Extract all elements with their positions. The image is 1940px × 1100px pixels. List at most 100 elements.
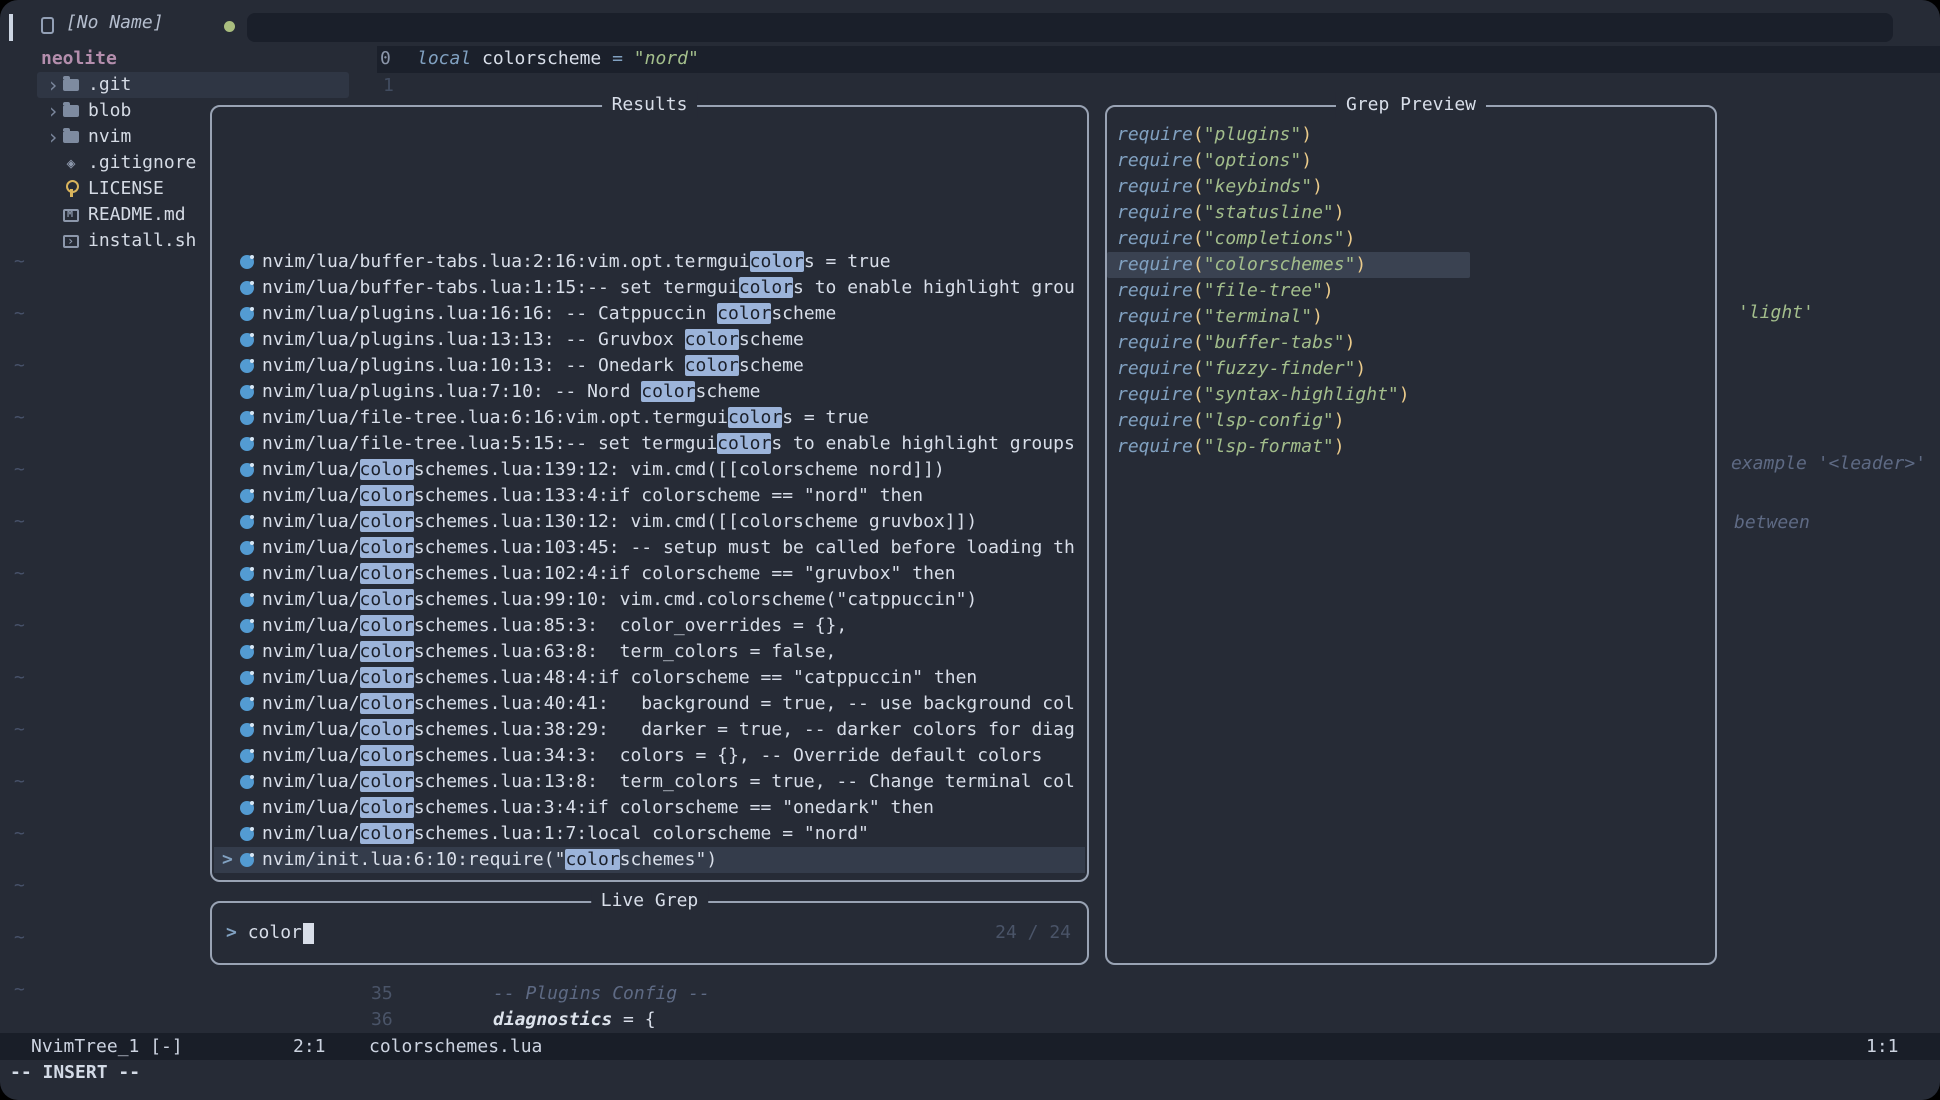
result-row[interactable]: nvim/lua/colorschemes.lua:85:3: color_ov…: [214, 613, 1085, 639]
result-row[interactable]: nvim/lua/colorschemes.lua:133:4:if color…: [214, 483, 1085, 509]
empty-line-marker: ~: [14, 405, 25, 431]
insert-cursor: [303, 923, 314, 944]
open-paren: (: [1193, 384, 1204, 405]
code-token: -- Plugins Config --: [493, 983, 710, 1004]
result-text: nvim/lua/colorschemes.lua:130:12: vim.cm…: [262, 509, 977, 535]
result-row[interactable]: nvim/lua/plugins.lua:7:10: -- Nord color…: [214, 379, 1085, 405]
result-row[interactable]: nvim/lua/colorschemes.lua:103:45: -- set…: [214, 535, 1085, 561]
result-row[interactable]: nvim/lua/colorschemes.lua:38:29: darker …: [214, 717, 1085, 743]
result-text: nvim/lua/colorschemes.lua:13:8: term_col…: [262, 769, 1075, 795]
selection-caret: [222, 691, 240, 717]
selection-caret: [222, 431, 240, 457]
lua-file-icon: [240, 307, 254, 321]
lua-file-icon: [240, 619, 254, 633]
result-row[interactable]: nvim/lua/colorschemes.lua:99:10: vim.cmd…: [214, 587, 1085, 613]
selection-caret: [222, 457, 240, 483]
module-string: "statusline": [1204, 202, 1334, 223]
result-match: color: [360, 563, 414, 584]
require-keyword: require: [1117, 280, 1193, 301]
module-string: "terminal": [1204, 306, 1312, 327]
result-pre: nvim/lua/: [262, 823, 360, 844]
result-row[interactable]: nvim/lua/colorschemes.lua:40:41: backgro…: [214, 691, 1085, 717]
selection-caret: [222, 405, 240, 431]
selection-caret: [222, 379, 240, 405]
result-row[interactable]: nvim/lua/plugins.lua:10:13: -- Onedark c…: [214, 353, 1085, 379]
filetree-item-git[interactable]: ›.git: [37, 72, 349, 98]
result-row[interactable]: nvim/lua/file-tree.lua:5:15:-- set termg…: [214, 431, 1085, 457]
filetree-root-name[interactable]: neolite: [41, 46, 117, 72]
result-text: nvim/lua/buffer-tabs.lua:2:16:vim.opt.te…: [262, 249, 891, 275]
result-row[interactable]: nvim/lua/file-tree.lua:6:16:vim.opt.term…: [214, 405, 1085, 431]
result-text: nvim/lua/colorschemes.lua:133:4:if color…: [262, 483, 923, 509]
module-string: "colorschemes": [1204, 254, 1356, 275]
result-post: schemes.lua:63:8: term_colors = false,: [414, 641, 837, 662]
result-text: nvim/lua/file-tree.lua:5:15:-- set termg…: [262, 431, 1075, 457]
module-string: "buffer-tabs": [1204, 332, 1345, 353]
result-text: nvim/lua/colorschemes.lua:40:41: backgro…: [262, 691, 1075, 717]
editor-cursorline: 0 local colorscheme = "nord": [377, 46, 1940, 73]
result-row[interactable]: nvim/lua/colorschemes.lua:13:8: term_col…: [214, 769, 1085, 795]
buffer-tab-name[interactable]: [No Name]: [66, 10, 164, 36]
empty-line-marker: ~: [14, 561, 25, 587]
result-match: color: [360, 693, 414, 714]
result-row[interactable]: nvim/lua/colorschemes.lua:102:4:if color…: [214, 561, 1085, 587]
live-grep-input[interactable]: > color: [226, 920, 314, 946]
result-text: nvim/lua/plugins.lua:7:10: -- Nord color…: [262, 379, 761, 405]
result-pre: nvim/lua/: [262, 641, 360, 662]
statusline-buffer: NvimTree_1 [-]: [31, 1033, 183, 1060]
result-row[interactable]: nvim/lua/colorschemes.lua:63:8: term_col…: [214, 639, 1085, 665]
result-row[interactable]: nvim/lua/colorschemes.lua:139:12: vim.cm…: [214, 457, 1085, 483]
result-post: schemes.lua:34:3: colors = {}, -- Overri…: [414, 745, 1043, 766]
lua-file-icon: [240, 567, 254, 581]
open-paren: (: [1193, 358, 1204, 379]
background-line-number: 36: [371, 1007, 393, 1033]
result-text: nvim/lua/colorschemes.lua:102:4:if color…: [262, 561, 956, 587]
preview-line: require("options"): [1107, 148, 1326, 174]
selection-caret: [222, 535, 240, 561]
preview-line: require("colorschemes"): [1107, 252, 1470, 278]
result-row[interactable]: nvim/lua/plugins.lua:16:16: -- Catppucci…: [214, 301, 1085, 327]
selection-caret: [222, 249, 240, 275]
result-match: color: [641, 381, 695, 402]
result-post: schemes.lua:38:29: darker = true, -- dar…: [414, 719, 1075, 740]
filetree-item-label: .gitignore: [88, 150, 196, 176]
background-code-line: -- Plugins Config --: [493, 981, 710, 1007]
result-row[interactable]: nvim/lua/colorschemes.lua:1:7:local colo…: [214, 821, 1085, 847]
lua-file-icon: [240, 333, 254, 347]
preview-line: require("plugins"): [1107, 122, 1326, 148]
result-row[interactable]: nvim/lua/colorschemes.lua:34:3: colors =…: [214, 743, 1085, 769]
result-row[interactable]: nvim/lua/buffer-tabs.lua:1:15:-- set ter…: [214, 275, 1085, 301]
empty-line-marker: ~: [14, 977, 25, 1003]
background-code-line: diagnostics = {: [493, 1007, 656, 1033]
selection-caret: [222, 587, 240, 613]
folder-icon: [63, 131, 79, 143]
terminal-icon: [63, 235, 79, 248]
module-string: "options": [1204, 150, 1302, 171]
result-pre: nvim/lua/plugins.lua:16:16: -- Catppucci…: [262, 303, 717, 324]
statusline-cursor: 1:1: [1866, 1033, 1899, 1060]
result-row[interactable]: nvim/lua/buffer-tabs.lua:2:16:vim.opt.te…: [214, 249, 1085, 275]
result-post: schemes.lua:85:3: color_overrides = {},: [414, 615, 847, 636]
preview-line: require("fuzzy-finder"): [1107, 356, 1380, 382]
module-string: "lsp-config": [1204, 410, 1334, 431]
result-row[interactable]: nvim/lua/plugins.lua:13:13: -- Gruvbox c…: [214, 327, 1085, 353]
result-pre: nvim/lua/: [262, 667, 360, 688]
live-grep-panel: Live Grep > color 24 / 24: [210, 901, 1089, 965]
module-string: "file-tree": [1204, 280, 1323, 301]
filetree-item-label: LICENSE: [88, 176, 164, 202]
open-paren: (: [1193, 228, 1204, 249]
results-panel: Results nvim/lua/buffer-tabs.lua:2:16:vi…: [210, 105, 1089, 882]
result-row[interactable]: nvim/lua/colorschemes.lua:130:12: vim.cm…: [214, 509, 1085, 535]
require-keyword: require: [1117, 384, 1193, 405]
result-row[interactable]: nvim/lua/colorschemes.lua:48:4:if colors…: [214, 665, 1085, 691]
selection-caret: [222, 483, 240, 509]
result-row[interactable]: nvim/lua/colorschemes.lua:3:4:if colorsc…: [214, 795, 1085, 821]
open-paren: (: [1193, 124, 1204, 145]
result-row[interactable]: >nvim/init.lua:6:10:require("colorscheme…: [214, 847, 1085, 873]
result-match: color: [360, 459, 414, 480]
result-post: schemes.lua:130:12: vim.cmd([[colorschem…: [414, 511, 978, 532]
require-keyword: require: [1117, 254, 1193, 275]
result-text: nvim/lua/colorschemes.lua:63:8: term_col…: [262, 639, 836, 665]
result-text: nvim/lua/colorschemes.lua:34:3: colors =…: [262, 743, 1042, 769]
result-pre: nvim/lua/plugins.lua:7:10: -- Nord: [262, 381, 641, 402]
